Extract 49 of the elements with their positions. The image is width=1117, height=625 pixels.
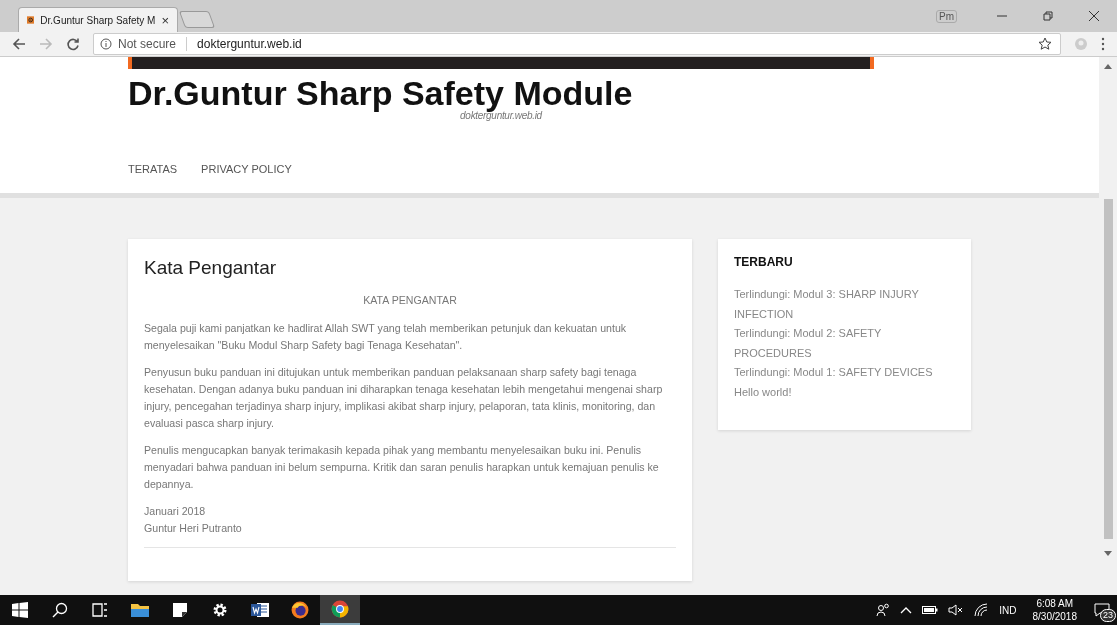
info-icon	[100, 38, 112, 50]
search-icon	[52, 602, 68, 618]
restore-icon[interactable]	[1042, 10, 1054, 22]
task-view-icon	[92, 602, 108, 618]
muted-speaker-icon[interactable]	[948, 604, 965, 616]
post-link[interactable]: Terlindungi: Modul 2: SAFETY PROCEDURES	[734, 324, 955, 363]
windows-icon	[12, 602, 28, 618]
tab-title: Dr.Guntur Sharp Safety M	[40, 14, 156, 26]
address-field[interactable]: Not secure dokterguntur.web.id	[93, 33, 1061, 55]
language-indicator[interactable]: IND	[999, 604, 1017, 616]
browser-tab[interactable]: Dr.Guntur Sharp Safety M ×	[18, 7, 178, 32]
ime-indicator: Pm	[936, 9, 957, 23]
biohazard-favicon-icon	[27, 14, 35, 26]
nav-link[interactable]: TERATAS	[128, 163, 178, 175]
word-document-icon	[251, 602, 269, 618]
fox-globe-icon	[291, 601, 309, 619]
scroll-up-icon[interactable]	[1104, 63, 1112, 69]
signature-line: Guntur Heri Putranto	[144, 521, 243, 536]
widget-title: TERBARU	[734, 255, 794, 269]
close-icon[interactable]	[1088, 10, 1100, 22]
post-link[interactable]: Terlindungi: Modul 1: SAFETY DEVICES	[734, 363, 955, 383]
battery-icon[interactable]	[922, 605, 939, 615]
clock[interactable]: 6:08 AM 8/30/2018	[1032, 597, 1077, 623]
article-paragraph: Segala puji kami panjatkan ke hadlirat Allah SWT yang telah memberikan petunjuk dan kekuatan untuk menyelesaikan "Buku Modul Sharp Safety bagi Tenaga Kesehatan".	[144, 321, 628, 353]
site-tagline: dokterguntur.web.id	[460, 110, 544, 121]
scrollbar[interactable]	[1099, 57, 1117, 595]
people-icon[interactable]	[876, 603, 891, 617]
note-icon	[172, 602, 188, 618]
back-icon[interactable]	[12, 37, 26, 51]
settings-icon	[212, 602, 228, 618]
article-paragraph: Penyusun buku panduan ini ditujukan untuk memberikan panduan pelaksanaan sharp safety bagi tenaga kesehatan. Dengan adanya buku panduan ini diharapkan tenaga kesehatan lebih mengetahui mengenai sharp injury, pencegahan terjadinya sharp injury, implikasi akibat sharp injury, pelaporan, tata klinis, monitoring, dan evaluasi pasca sharp injury.	[144, 365, 664, 431]
notifications-button[interactable]: 23	[1087, 595, 1117, 625]
scroll-down-icon[interactable]	[1104, 551, 1112, 557]
wifi-icon[interactable]	[974, 603, 989, 617]
close-tab-button[interactable]: ×	[161, 12, 169, 28]
browser-icon	[331, 600, 349, 618]
star-icon[interactable]	[1038, 37, 1052, 51]
post-link[interactable]: Terlindungi: Modul 3: SHARP INJURY INFECTION	[734, 285, 955, 324]
chevron-up-icon[interactable]	[900, 606, 913, 614]
nav-link[interactable]: PRIVACY POLICY	[201, 163, 292, 175]
article-paragraph: Penulis mengucapkan banyak terimakasih kepada pihak yang membantu menyelesaikan buku ini. Penulis menyadari bahwa panduan ini belum sempurna. Kritik dan saran penulis harapkan untuk kemajuan penulis ke depannya.	[144, 443, 660, 492]
article-title: Kata Pengantar	[144, 257, 278, 279]
post-link[interactable]: Hello world!	[734, 382, 955, 402]
menu-icon[interactable]	[1101, 37, 1105, 51]
signature-line: Januari 2018	[144, 504, 207, 519]
reload-icon[interactable]	[66, 37, 80, 51]
article-heading: KATA PENGANTAR	[362, 293, 458, 308]
folder-icon	[131, 602, 149, 618]
chrome-taskbar-button[interactable]	[320, 595, 360, 625]
